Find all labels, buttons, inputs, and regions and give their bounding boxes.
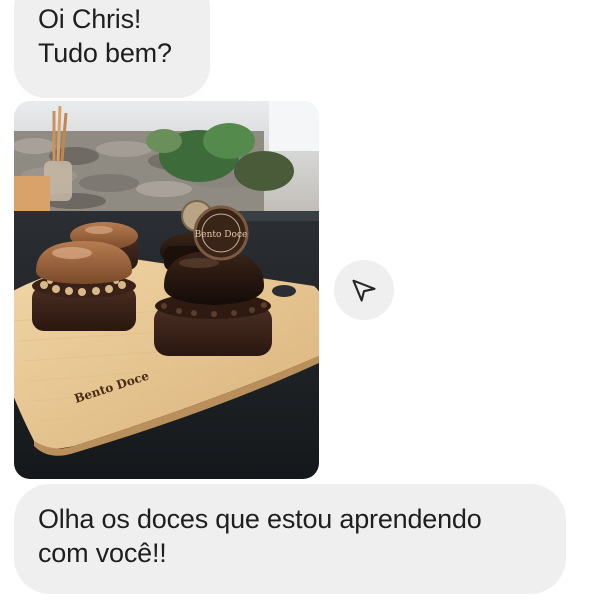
message-line: Tudo bem? <box>38 38 172 68</box>
send-icon <box>352 279 376 302</box>
medallion-text: Bento Doce <box>195 230 248 240</box>
share-button[interactable] <box>334 260 394 320</box>
message-line: com você!! <box>38 538 167 568</box>
shared-photo-desserts[interactable]: Bento Doce Bento Doce <box>14 101 319 479</box>
message-bubble-greeting[interactable]: Oi Chris! Tudo bem? <box>14 0 210 98</box>
dessert-photo-illustration: Bento Doce Bento Doce <box>14 101 319 479</box>
caramel-dessert-front <box>32 241 136 331</box>
message-line: Oi Chris! <box>38 4 142 34</box>
message-line: Olha os doces que estou aprendendo <box>38 504 482 534</box>
message-bubble-caption[interactable]: Olha os doces que estou aprendendo com v… <box>14 484 566 594</box>
window-light <box>269 101 319 151</box>
